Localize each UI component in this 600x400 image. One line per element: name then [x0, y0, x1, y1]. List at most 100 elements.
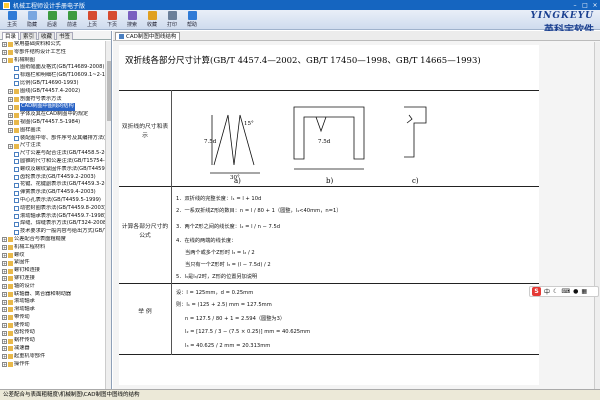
tree-item-label: 操作件	[14, 360, 30, 367]
toolbar-button[interactable]: 上页	[82, 10, 102, 29]
toolbar-button[interactable]: 前进	[62, 10, 82, 29]
expand-icon[interactable]: +	[2, 338, 7, 344]
tab-bookmarks[interactable]: 书签	[56, 32, 74, 40]
tree-item[interactable]: - CAD制图中图线的结构	[0, 103, 105, 112]
expand-icon[interactable]: +	[2, 330, 7, 336]
tab-contents[interactable]: 目录	[2, 32, 20, 40]
tree-item[interactable]: + 齿轮传动	[0, 329, 105, 337]
grid-icon[interactable]: ▦	[581, 288, 587, 295]
tree-item[interactable]: 尺寸公差与配合注法(GB/T4458.5-2003)	[0, 150, 105, 158]
tree-item[interactable]: 滚动轴承表示法(GB/T4459.7-1998)	[0, 213, 105, 221]
expand-icon[interactable]: +	[2, 323, 7, 329]
tree-item[interactable]: + 紧固件	[0, 259, 105, 267]
expand-icon[interactable]: +	[2, 284, 7, 290]
tree-item[interactable]: + 轴的设计	[0, 283, 105, 291]
tree-item[interactable]: + 链传动	[0, 322, 105, 330]
document-scrollbar[interactable]	[594, 42, 600, 389]
tree-item[interactable]: + 滑动轴承	[0, 306, 105, 314]
expand-icon[interactable]: +	[8, 143, 13, 149]
tree-item[interactable]: + 视图(GB/T4457.5-1984)	[0, 119, 105, 127]
tree-item[interactable]: + 减速器	[0, 345, 105, 353]
sogou-icon[interactable]: S	[532, 287, 541, 296]
tree-item[interactable]: 图纸幅面及格式(GB/T14689-2008)	[0, 64, 105, 72]
tab-favorites[interactable]: 收藏	[38, 32, 56, 40]
expand-icon[interactable]: +	[2, 276, 7, 282]
expand-icon[interactable]: +	[2, 237, 7, 243]
minimize-button[interactable]: –	[570, 1, 580, 10]
expand-icon[interactable]: +	[2, 42, 7, 48]
moon-icon[interactable]: ☾	[553, 288, 558, 295]
tree-item[interactable]: 动密封圈表示法(GB/T4459.8-2003)	[0, 205, 105, 213]
expand-icon[interactable]: +	[8, 96, 13, 102]
tree-item[interactable]: + 机械工程材料	[0, 244, 105, 252]
expand-icon[interactable]: +	[2, 299, 7, 305]
tree-item[interactable]: + 常用基础资料和公式	[0, 41, 105, 49]
tree-item[interactable]: + 公差配合与表面粗糙度	[0, 236, 105, 244]
tree-item[interactable]: + 滚动轴承	[0, 298, 105, 306]
tree-item[interactable]: 焊缝、焊缝表示方法(GB/T324-2008)	[0, 220, 105, 228]
collapse-icon[interactable]: -	[2, 57, 7, 63]
toolbar-button[interactable]: 下页	[102, 10, 122, 29]
keyboard-icon[interactable]: ⌨	[561, 288, 570, 295]
collapse-icon[interactable]: -	[8, 104, 13, 110]
expand-icon[interactable]: +	[8, 89, 13, 95]
tree-item[interactable]: + 剖面符号表示方法	[0, 96, 105, 104]
tree-item[interactable]: + 蜗杆传动	[0, 337, 105, 345]
tree-item[interactable]: + 螺纹	[0, 252, 105, 260]
expand-icon[interactable]: +	[8, 112, 13, 118]
scroll-thumb[interactable]	[107, 61, 111, 121]
ime-language[interactable]: 中	[544, 287, 550, 296]
expand-icon[interactable]: +	[2, 50, 7, 56]
tree-item[interactable]: 弹簧表示法(GB/T4459.4-2003)	[0, 189, 105, 197]
maximize-button[interactable]: □	[580, 1, 590, 10]
expand-icon[interactable]: +	[2, 268, 7, 274]
tree-item-label: 图纸幅面及格式(GB/T14689-2008)	[20, 64, 105, 71]
expand-icon[interactable]: +	[2, 315, 7, 321]
tree-item[interactable]: 技术要求的一般内容与给出方式(GB/T50	[0, 228, 105, 236]
tree-item-label: 视图(GB/T4457.5-1984)	[20, 118, 81, 125]
tree-item[interactable]: + 起重机零部件	[0, 353, 105, 361]
tree-item[interactable]: 标题栏和明细栏(GB/T10609.1~2-1989)	[0, 72, 105, 80]
toolbar-button[interactable]: 隐藏	[22, 10, 42, 29]
toolbar-button[interactable]: 收藏	[142, 10, 162, 29]
toolbar-button[interactable]: 打印	[162, 10, 182, 29]
close-button[interactable]: ×	[590, 1, 600, 10]
tree-item[interactable]: + 图样画法	[0, 127, 105, 135]
ime-toolbar[interactable]: S 中 ☾ ⌨ ● ▦	[529, 286, 599, 297]
tree-item[interactable]: 圆锥的尺寸和公差注法(GB/T15754-1995)	[0, 158, 105, 166]
expand-icon[interactable]: +	[2, 245, 7, 251]
mic-icon[interactable]: ●	[573, 288, 578, 295]
tree-item[interactable]: + 联轴器、离合器和制动器	[0, 291, 105, 299]
tree-item[interactable]: + 零部件结构设计工艺性	[0, 49, 105, 57]
tree-item[interactable]: + 操作件	[0, 361, 105, 369]
expand-icon[interactable]: +	[2, 260, 7, 266]
toolbar-button[interactable]: 帮助	[182, 10, 202, 29]
tree-item[interactable]: 比例(GB/T14690-1993)	[0, 80, 105, 88]
tree-item[interactable]: 装配图中零、部件序号及其编排方法(GB/T	[0, 135, 105, 143]
tree-item[interactable]: + 螺钉和连接	[0, 267, 105, 275]
expand-icon[interactable]: +	[2, 307, 7, 313]
tree-item[interactable]: + 铆钉连接	[0, 275, 105, 283]
tree-item[interactable]: 齿轮表示法(GB/T4459.2-2003)	[0, 174, 105, 182]
tree-item[interactable]: 螺纹及螺纹紧固件表示法(GB/T4459.1-1995)	[0, 166, 105, 174]
expand-icon[interactable]: +	[8, 128, 13, 134]
expand-icon[interactable]: +	[2, 354, 7, 360]
sidebar-scrollbar[interactable]	[105, 41, 111, 389]
tree-item[interactable]: + 图线(GB/T4457.4-2002)	[0, 88, 105, 96]
tree-item[interactable]: - 机械制图	[0, 57, 105, 65]
tree-item[interactable]: + 带传动	[0, 314, 105, 322]
tree-item[interactable]: 花键、花键副表示法(GB/T4459.3-2000)	[0, 181, 105, 189]
expand-icon[interactable]: +	[2, 252, 7, 258]
expand-icon[interactable]: +	[2, 291, 7, 297]
toolbar-button[interactable]: 后退	[42, 10, 62, 29]
tree-item[interactable]: + 尺寸注法	[0, 142, 105, 150]
expand-icon[interactable]: +	[2, 362, 7, 368]
expand-icon[interactable]: +	[2, 346, 7, 352]
tab-document[interactable]: CAD制图中图线结构	[115, 32, 181, 40]
tree-item[interactable]: 中心孔表示法(GB/T4459.5-1999)	[0, 197, 105, 205]
toolbar-button[interactable]: 搜索	[122, 10, 142, 29]
expand-icon[interactable]: +	[8, 120, 13, 126]
tree-item[interactable]: + 字体及其在CAD制图中的规定	[0, 111, 105, 119]
toolbar-button[interactable]: 主页	[2, 10, 22, 29]
tab-index[interactable]: 索引	[20, 32, 38, 40]
